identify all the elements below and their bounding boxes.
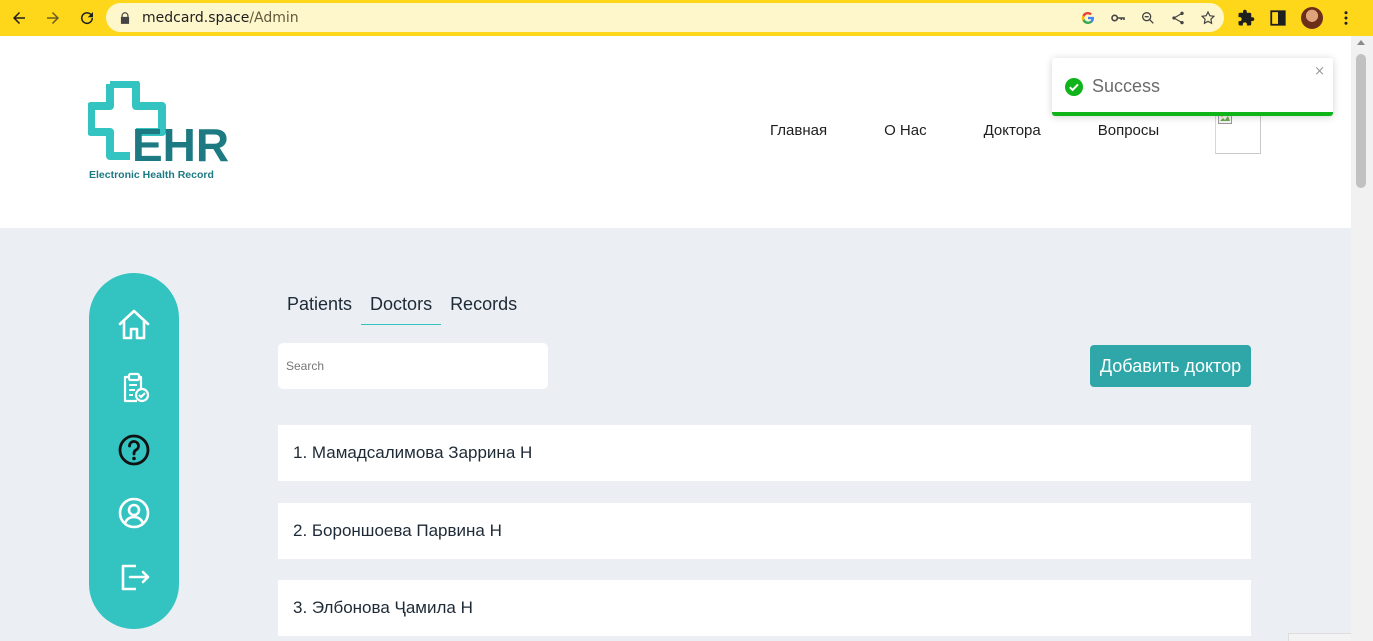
profile-avatar[interactable] — [1301, 6, 1323, 29]
scrollbar-thumb[interactable] — [1356, 54, 1366, 188]
nav-home[interactable]: Главная — [770, 122, 827, 139]
toast-progress-bar — [1052, 112, 1333, 116]
arrow-left-icon — [13, 12, 25, 24]
success-toast: Success × — [1052, 58, 1333, 116]
page-scrollbar[interactable] — [1351, 36, 1373, 641]
url-text: medcard.space/Admin — [142, 9, 299, 26]
toast-close-button[interactable]: × — [1314, 64, 1325, 79]
nav-about[interactable]: О Нас — [884, 122, 927, 139]
tab-patients[interactable]: Patients — [278, 292, 361, 325]
user-circle-icon — [118, 497, 150, 529]
share-icon[interactable] — [1170, 10, 1186, 26]
sidebar-faq[interactable] — [116, 432, 152, 468]
zoom-icon[interactable] — [1140, 10, 1156, 26]
sidebar-records[interactable] — [116, 369, 152, 405]
sidebar — [89, 273, 179, 629]
list-item[interactable]: 3. Элбонова Ҷамила Н — [278, 580, 1251, 636]
svg-text:EHR: EHR — [132, 119, 228, 171]
google-icon[interactable] — [1080, 10, 1096, 26]
list-item[interactable]: 2. Бороншоева Парвина Н — [278, 502, 1251, 559]
logo-subtitle: Electronic Health Record — [89, 169, 214, 181]
main-nav: Главная О Нас Доктора Вопросы — [770, 122, 1216, 139]
clipboard-check-icon — [123, 372, 150, 403]
home-icon — [118, 309, 150, 340]
scroll-up-arrow-icon[interactable] — [1357, 40, 1365, 45]
sidebar-home[interactable] — [116, 307, 152, 343]
broken-image[interactable] — [1215, 112, 1261, 154]
extensions-icon[interactable] — [1237, 9, 1255, 27]
address-bar[interactable]: medcard.space/Admin — [106, 3, 1224, 32]
list-item[interactable]: 1. Мамадсалимова Заррина Н — [278, 425, 1251, 481]
tab-doctors[interactable]: Doctors — [361, 292, 442, 325]
sidebar-profile[interactable] — [116, 495, 152, 531]
sidepanel-icon[interactable] — [1269, 9, 1287, 27]
star-icon[interactable] — [1200, 10, 1216, 26]
doctor-list: 1. Мамадсалимова Заррина Н 2. Бороншоева… — [278, 425, 1251, 641]
nav-doctors[interactable]: Доктора — [984, 122, 1041, 139]
toast-message: Success — [1092, 76, 1161, 96]
forward-button[interactable] — [38, 3, 68, 33]
add-doctor-button[interactable]: Добавить доктор — [1090, 345, 1251, 387]
browser-toolbar: medcard.space/Admin — [0, 0, 1373, 36]
reload-icon — [81, 12, 94, 25]
reload-button[interactable] — [72, 3, 102, 33]
tab-records[interactable]: Records — [441, 292, 526, 325]
key-icon[interactable] — [1110, 10, 1126, 26]
logout-icon — [121, 564, 150, 591]
page: EHR Electronic Health Record Главная О Н… — [0, 36, 1351, 641]
nav-faq[interactable]: Вопросы — [1098, 122, 1159, 139]
tab-bar: Patients Doctors Records — [278, 292, 526, 325]
search-input[interactable] — [278, 343, 548, 389]
page-corner — [1288, 633, 1351, 641]
back-button[interactable] — [4, 3, 34, 33]
menu-kebab-icon[interactable] — [1337, 9, 1355, 27]
check-circle-icon — [1065, 78, 1083, 96]
arrow-right-icon — [47, 12, 59, 24]
sidebar-logout[interactable] — [116, 559, 152, 595]
question-circle-icon — [118, 434, 150, 466]
lock-icon — [120, 11, 130, 24]
